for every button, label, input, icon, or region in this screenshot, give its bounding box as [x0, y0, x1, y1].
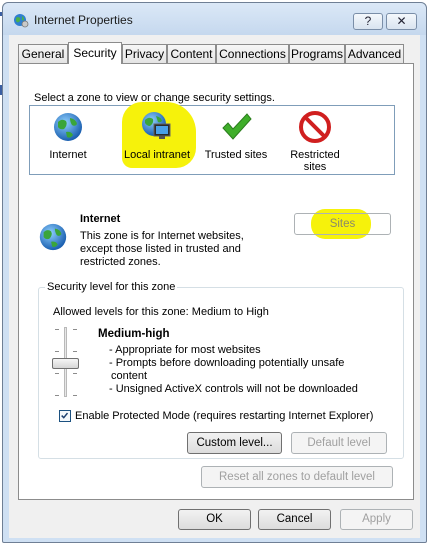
selected-zone-name: Internet — [80, 213, 121, 225]
allowed-levels-text: Allowed levels for this zone: Medium to … — [53, 306, 269, 318]
zone-local-intranet[interactable]: Local intranet — [121, 110, 193, 161]
tab-content[interactable]: Content — [167, 44, 216, 63]
dialog-client: General Security Privacy Content Connect… — [9, 35, 420, 538]
protected-mode-label[interactable]: Enable Protected Mode (requires restarti… — [75, 410, 373, 422]
custom-level-label: Custom level... — [196, 437, 273, 449]
tab-connections[interactable]: Connections — [216, 44, 289, 63]
zone-restricted-sites[interactable]: Restricted sites — [280, 110, 350, 173]
selected-zone-desc-line: except those listed in trusted and — [80, 243, 241, 255]
custom-level-button[interactable]: Custom level... — [187, 432, 282, 454]
selected-zone-desc-line: restricted zones. — [80, 256, 161, 268]
sites-button-label: Sites — [329, 218, 356, 230]
security-level-slider[interactable] — [49, 327, 83, 399]
local-intranet-icon — [142, 112, 171, 139]
ok-button[interactable]: OK — [178, 509, 251, 530]
level-bullet: - Appropriate for most websites — [109, 344, 261, 356]
default-level-label: Default level — [307, 437, 371, 449]
security-panel: Select a zone to view or change security… — [18, 63, 414, 500]
slider-tick — [73, 373, 77, 374]
apply-button[interactable]: Apply — [340, 509, 413, 530]
tab-advanced[interactable]: Advanced — [345, 44, 404, 63]
apply-label: Apply — [362, 513, 391, 525]
security-level-legend: Security level for this zone — [45, 281, 178, 293]
slider-tick — [55, 329, 59, 330]
cancel-button[interactable]: Cancel — [258, 509, 331, 530]
reset-all-zones-button[interactable]: Reset all zones to default level — [201, 466, 393, 488]
slider-tick — [55, 395, 59, 396]
slider-tick — [55, 373, 59, 374]
zone-label: Restricted — [290, 149, 340, 161]
internet-options-icon — [14, 14, 29, 28]
tab-security[interactable]: Security — [68, 42, 122, 64]
sites-button[interactable]: Sites — [294, 213, 391, 235]
close-button[interactable]: ✕ — [386, 13, 417, 30]
slider-tick — [55, 351, 59, 352]
security-level-name: Medium-high — [98, 328, 170, 340]
selected-zone-desc-line: This zone is for Internet websites, — [80, 230, 244, 242]
window-title: Internet Properties — [34, 13, 133, 27]
zone-trusted-sites[interactable]: Trusted sites — [200, 110, 272, 161]
globe-icon — [54, 113, 82, 141]
zone-internet[interactable]: Internet — [38, 110, 98, 161]
globe-icon — [39, 223, 67, 251]
level-bullet: - Unsigned ActiveX controls will not be … — [109, 383, 358, 395]
help-button[interactable]: ? — [353, 13, 383, 30]
zone-label: Local intranet — [123, 149, 191, 161]
cancel-label: Cancel — [276, 513, 313, 525]
level-bullet: - Prompts before downloading potentially… — [109, 357, 345, 369]
protected-mode-checkbox[interactable] — [59, 410, 71, 422]
zone-list: Internet Local intranet Trusted sites Re… — [29, 102, 395, 175]
title-bar[interactable]: Internet Properties ? ✕ — [3, 3, 426, 35]
level-bullet: content — [111, 370, 148, 382]
tab-general[interactable]: General — [18, 44, 68, 63]
zone-label: sites — [303, 161, 327, 173]
ok-label: OK — [206, 513, 223, 525]
slider-tick — [73, 329, 77, 330]
tab-programs[interactable]: Programs — [289, 44, 345, 63]
reset-all-zones-label: Reset all zones to default level — [219, 471, 375, 483]
restricted-icon — [299, 111, 331, 143]
slider-thumb[interactable] — [52, 358, 79, 369]
default-level-button[interactable]: Default level — [291, 432, 387, 454]
checkmark-icon — [61, 412, 69, 419]
zone-label: Trusted sites — [204, 149, 268, 161]
slider-tick — [73, 351, 77, 352]
tab-privacy[interactable]: Privacy — [122, 44, 167, 63]
checkmark-icon — [222, 113, 252, 140]
slider-tick — [73, 395, 77, 396]
zone-label: Internet — [49, 149, 87, 161]
internet-properties-window: Internet Properties ? ✕ General Security… — [2, 2, 427, 543]
